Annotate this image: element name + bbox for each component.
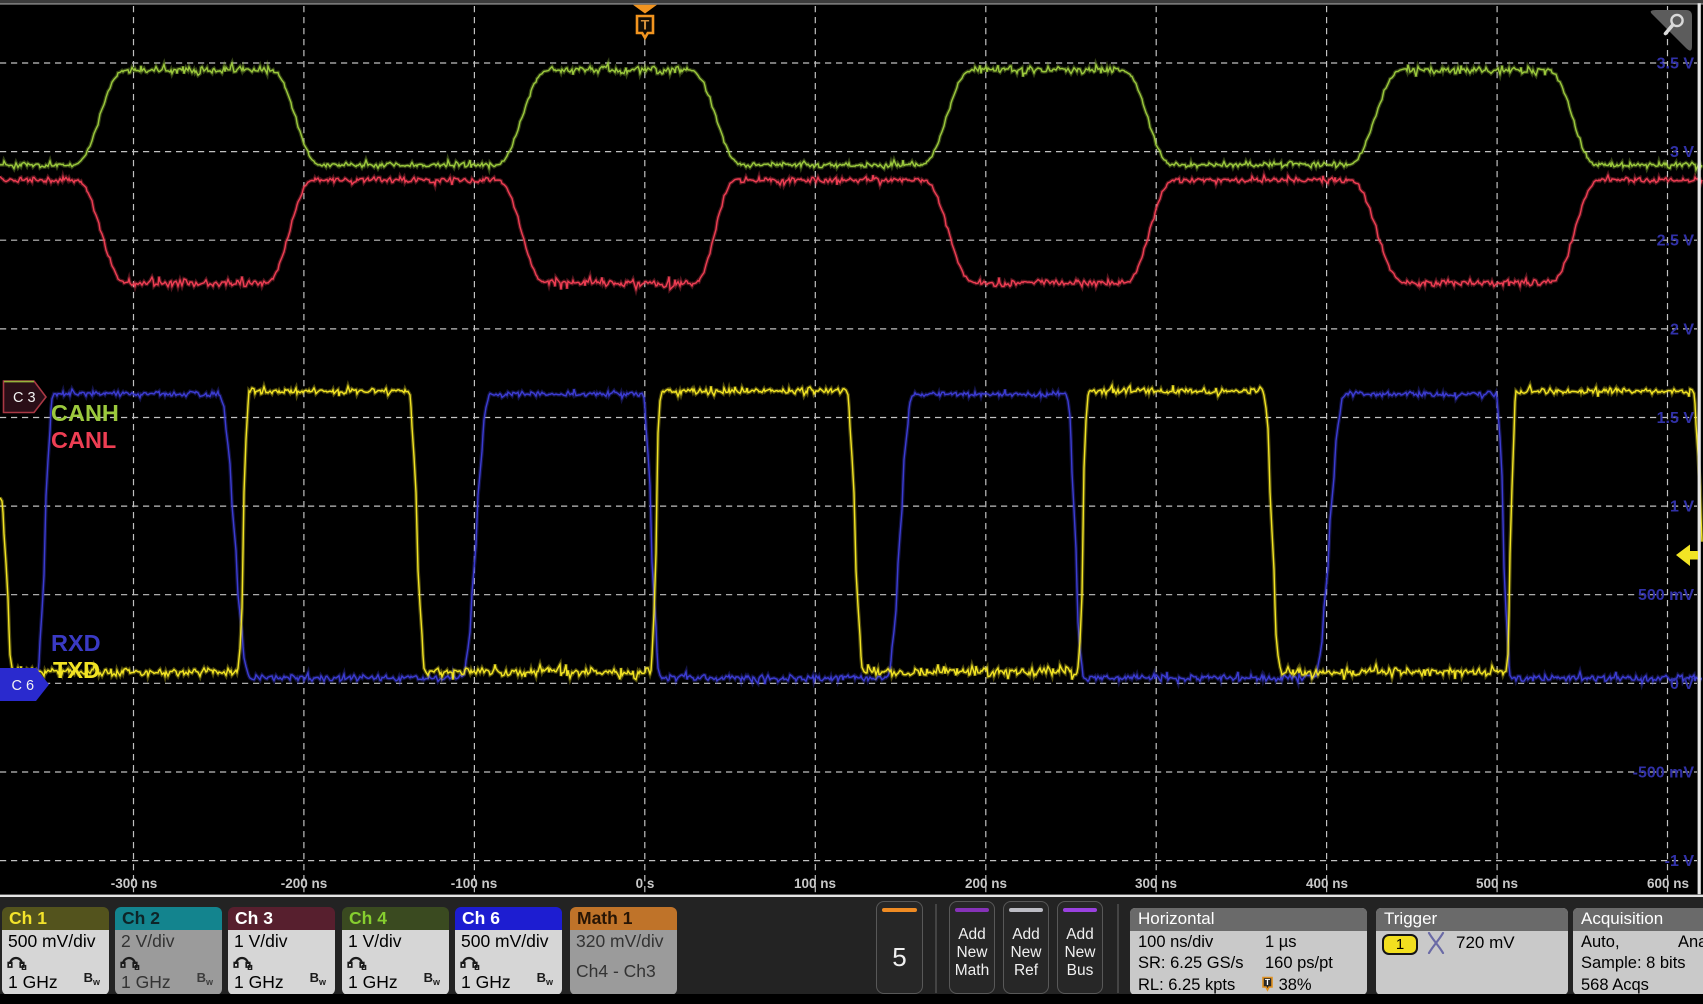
svg-text:3.5 V: 3.5 V xyxy=(1657,56,1695,73)
svg-text:2 V: 2 V xyxy=(1670,321,1694,338)
svg-text:1 V: 1 V xyxy=(1670,499,1694,516)
svg-text:200 ns: 200 ns xyxy=(965,876,1007,891)
svg-text:-500 mV: -500 mV xyxy=(1633,765,1695,782)
svg-text:100 ns: 100 ns xyxy=(794,876,836,891)
svg-text:TXD: TXD xyxy=(53,657,100,683)
svg-text:T: T xyxy=(1265,977,1271,987)
svg-text:-300 ns: -300 ns xyxy=(111,876,158,891)
svg-text:0 V: 0 V xyxy=(1670,676,1694,693)
svg-text:300 ns: 300 ns xyxy=(1135,876,1177,891)
svg-text:T: T xyxy=(641,17,650,33)
svg-text:500 mV: 500 mV xyxy=(1638,587,1694,604)
svg-text:400 ns: 400 ns xyxy=(1306,876,1348,891)
svg-text:RXD: RXD xyxy=(51,630,101,656)
svg-text:C 3: C 3 xyxy=(13,390,36,406)
svg-text:-100 ns: -100 ns xyxy=(451,876,498,891)
svg-text:CANL: CANL xyxy=(51,427,116,453)
svg-text:500 ns: 500 ns xyxy=(1476,876,1518,891)
svg-text:-200 ns: -200 ns xyxy=(281,876,328,891)
svg-text:C 6: C 6 xyxy=(12,678,35,694)
svg-text:1.5 V: 1.5 V xyxy=(1657,410,1695,427)
svg-text:3 V: 3 V xyxy=(1670,144,1694,161)
svg-text:600 ns: 600 ns xyxy=(1647,876,1689,891)
svg-text:CANH: CANH xyxy=(51,400,119,426)
svg-text:-1 V: -1 V xyxy=(1665,853,1695,870)
svg-text:2.5 V: 2.5 V xyxy=(1657,233,1695,250)
svg-text:0 s: 0 s xyxy=(636,876,655,891)
